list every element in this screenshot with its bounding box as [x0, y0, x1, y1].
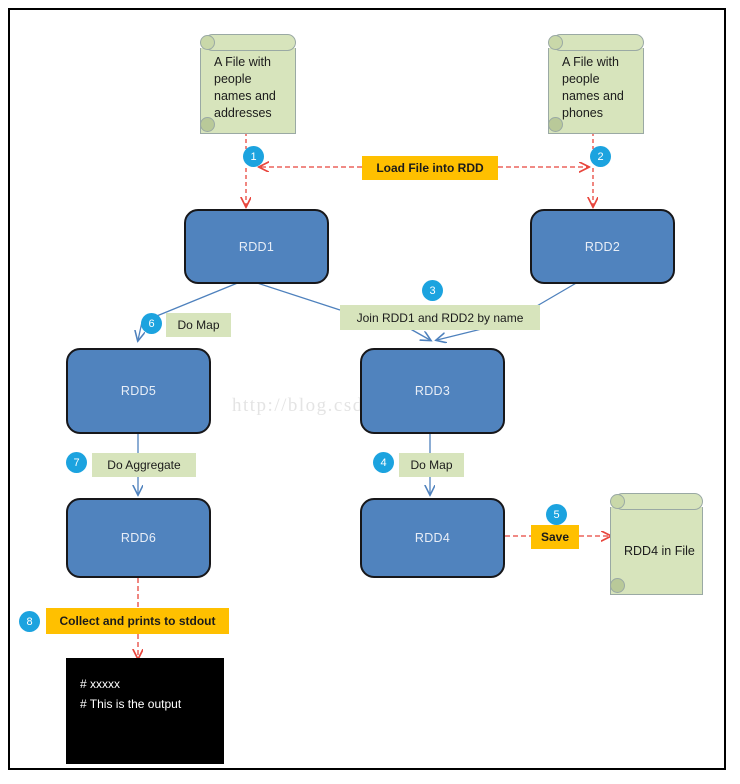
- node-rdd4: RDD4: [360, 498, 505, 578]
- label-join-rdd1-rdd2: Join RDD1 and RDD2 by name: [340, 305, 540, 330]
- doc-curl-bottom-left-icon: [610, 578, 625, 593]
- doc-top-roll: [204, 34, 296, 51]
- badge-6: 6: [141, 313, 162, 334]
- node-rdd6: RDD6: [66, 498, 211, 578]
- terminal-line-1: # xxxxx: [80, 677, 121, 691]
- doc-top-roll: [614, 493, 703, 510]
- doc-curl-top-left-icon: [548, 35, 563, 50]
- badge-8: 8: [19, 611, 40, 632]
- badge-7: 7: [66, 452, 87, 473]
- badge-2: 2: [590, 146, 611, 167]
- node-rdd5: RDD5: [66, 348, 211, 434]
- badge-4: 4: [373, 452, 394, 473]
- doc-curl-bottom-left-icon: [200, 117, 215, 132]
- doc-curl-top-left-icon: [610, 494, 625, 509]
- source-file-right-label: A File with people names and phones: [562, 55, 624, 120]
- label-save: Save: [531, 525, 579, 549]
- diagram-canvas: http://blog.csdn.net/shuhaojie A File wi…: [8, 8, 726, 770]
- badge-3: 3: [422, 280, 443, 301]
- output-file-label: RDD4 in File: [624, 543, 695, 558]
- node-rdd3: RDD3: [360, 348, 505, 434]
- node-rdd1: RDD1: [184, 209, 329, 284]
- source-file-left: A File with people names and addresses: [200, 34, 296, 134]
- source-file-right: A File with people names and phones: [548, 34, 644, 134]
- label-collect-prints-stdout: Collect and prints to stdout: [46, 608, 229, 634]
- terminal-output: # xxxxx # This is the output: [66, 658, 224, 764]
- doc-curl-bottom-left-icon: [548, 117, 563, 132]
- label-do-map-left: Do Map: [166, 313, 231, 337]
- label-do-aggregate: Do Aggregate: [92, 453, 196, 477]
- badge-1: 1: [243, 146, 264, 167]
- doc-curl-top-left-icon: [200, 35, 215, 50]
- terminal-line-2: # This is the output: [80, 697, 182, 711]
- source-file-left-label: A File with people names and addresses: [214, 55, 276, 120]
- output-file-doc: RDD4 in File: [610, 493, 703, 595]
- label-do-map-right: Do Map: [399, 453, 464, 477]
- node-rdd2: RDD2: [530, 209, 675, 284]
- label-load-file-into-rdd: Load File into RDD: [362, 156, 498, 180]
- badge-5: 5: [546, 504, 567, 525]
- doc-top-roll: [552, 34, 644, 51]
